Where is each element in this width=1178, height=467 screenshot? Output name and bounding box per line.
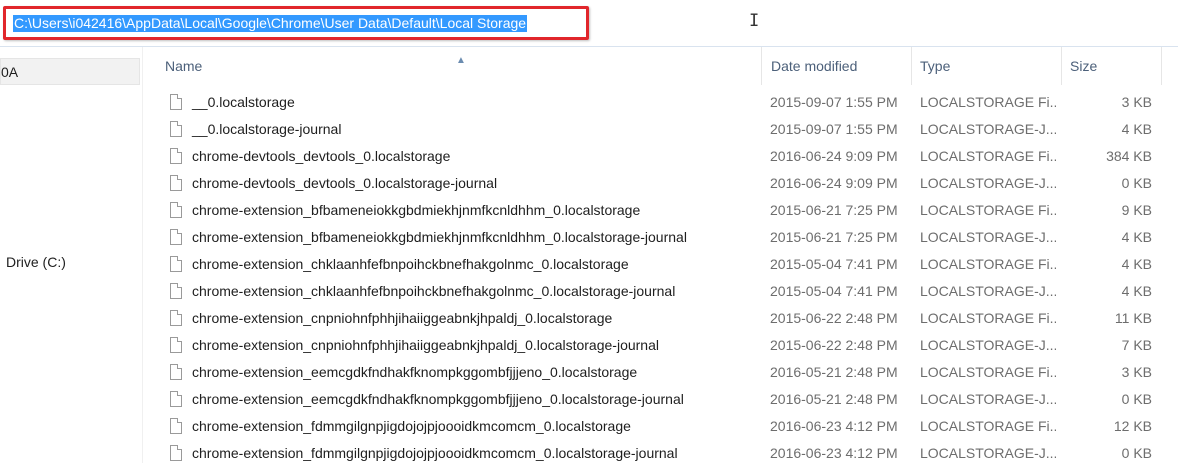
file-type: LOCALSTORAGE Fi... (920, 364, 1056, 380)
file-size: 0 KB (1121, 175, 1152, 191)
file-date-modified: 2015-05-04 7:41 PM (770, 256, 898, 272)
file-name: chrome-extension_eemcgdkfndhakfknompkggo… (192, 391, 684, 407)
file-type: LOCALSTORAGE Fi... (920, 310, 1056, 326)
file-name: chrome-extension_fdmmgilgnpjigdojojpjooo… (192, 418, 631, 434)
file-row[interactable]: chrome-extension_bfbameneiokkgbdmiekhjnm… (142, 197, 1178, 224)
file-rows: __0.localstorage 2015-09-07 1:55 PM LOCA… (142, 89, 1178, 467)
file-date-modified: 2015-09-07 1:55 PM (770, 94, 898, 110)
file-date-modified: 2015-06-22 2:48 PM (770, 337, 898, 353)
file-name: chrome-extension_chklaanhfefbnpoihckbnef… (192, 256, 629, 272)
file-date-modified: 2016-05-21 2:48 PM (770, 391, 898, 407)
file-date-modified: 2016-06-24 9:09 PM (770, 175, 898, 191)
file-name: chrome-devtools_devtools_0.localstorage (192, 148, 451, 164)
file-name: chrome-extension_chklaanhfefbnpoihckbnef… (192, 283, 676, 299)
address-path-text: C:\Users\i042416\AppData\Local\Google\Ch… (13, 15, 528, 32)
file-row[interactable]: __0.localstorage 2015-09-07 1:55 PM LOCA… (142, 89, 1178, 116)
address-bar: C:\Users\i042416\AppData\Local\Google\Ch… (0, 0, 1178, 47)
file-type: LOCALSTORAGE-J... (920, 337, 1056, 353)
file-icon (170, 256, 182, 272)
file-date-modified: 2016-05-21 2:48 PM (770, 364, 898, 380)
file-size: 3 KB (1121, 364, 1152, 380)
file-row[interactable]: chrome-extension_chklaanhfefbnpoihckbnef… (142, 251, 1178, 278)
column-header-size-label: Size (1070, 58, 1098, 74)
file-size: 3 KB (1121, 94, 1152, 110)
file-size: 384 KB (1106, 148, 1152, 164)
file-size: 4 KB (1121, 121, 1152, 137)
file-date-modified: 2016-06-23 4:12 PM (770, 418, 898, 434)
file-date-modified: 2015-06-21 7:25 PM (770, 202, 898, 218)
file-type: LOCALSTORAGE-J... (920, 391, 1056, 407)
nav-item-label: 0A (1, 64, 19, 80)
file-date-modified: 2015-06-22 2:48 PM (770, 310, 898, 326)
file-date-modified: 2015-05-04 7:41 PM (770, 283, 898, 299)
file-icon (170, 310, 182, 326)
file-type: LOCALSTORAGE-J... (920, 229, 1056, 245)
file-size: 4 KB (1121, 229, 1152, 245)
file-type: LOCALSTORAGE-J... (920, 283, 1056, 299)
file-icon (170, 391, 182, 407)
file-size: 12 KB (1113, 418, 1152, 434)
file-type: LOCALSTORAGE Fi... (920, 418, 1056, 434)
file-icon (170, 418, 182, 434)
file-icon (170, 229, 182, 245)
file-type: LOCALSTORAGE Fi... (920, 202, 1056, 218)
file-list: Name ▲ Date modified Type Size __0.local… (142, 47, 1178, 463)
file-size: 0 KB (1121, 391, 1152, 407)
column-header-type[interactable]: Type (912, 47, 1062, 85)
file-date-modified: 2015-06-21 7:25 PM (770, 229, 898, 245)
file-name: chrome-extension_bfbameneiokkgbdmiekhjnm… (192, 229, 687, 245)
file-row[interactable]: chrome-extension_cnpniohnfphhjihaiiggeab… (142, 305, 1178, 332)
file-type: LOCALSTORAGE Fi... (920, 256, 1056, 272)
file-size: 9 KB (1121, 202, 1152, 218)
file-type: LOCALSTORAGE-J... (920, 175, 1056, 191)
file-row[interactable]: chrome-extension_bfbameneiokkgbdmiekhjnm… (142, 224, 1178, 251)
file-name: __0.localstorage (192, 94, 295, 110)
file-row[interactable]: chrome-extension_fdmmgilgnpjigdojojpjooo… (142, 413, 1178, 440)
file-type: LOCALSTORAGE-J... (920, 121, 1056, 137)
file-name: chrome-extension_cnpniohnfphhjihaiiggeab… (192, 337, 659, 353)
file-size: 4 KB (1121, 256, 1152, 272)
file-icon (170, 283, 182, 299)
column-header-date[interactable]: Date modified (762, 47, 912, 85)
file-name: chrome-extension_eemcgdkfndhakfknompkggo… (192, 364, 638, 380)
file-icon (170, 175, 182, 191)
file-icon (170, 94, 182, 110)
file-icon (170, 364, 182, 380)
text-cursor-icon: I (749, 11, 760, 31)
column-header-size[interactable]: Size (1062, 47, 1162, 85)
navigation-pane: 0A Drive (C:) (0, 47, 143, 463)
file-size: 7 KB (1121, 337, 1152, 353)
nav-item-label: Drive (C:) (6, 254, 66, 270)
file-icon (170, 445, 182, 461)
file-row[interactable]: chrome-extension_chklaanhfefbnpoihckbnef… (142, 278, 1178, 305)
column-header-name-label: Name (165, 58, 203, 74)
file-size: 11 KB (1114, 310, 1152, 326)
file-name: chrome-extension_bfbameneiokkgbdmiekhjnm… (192, 202, 641, 218)
file-row[interactable]: __0.localstorage-journal 2015-09-07 1:55… (142, 116, 1178, 143)
nav-item-drive-c[interactable]: Drive (C:) (6, 252, 66, 272)
file-type: LOCALSTORAGE Fi... (920, 94, 1056, 110)
file-icon (170, 337, 182, 353)
file-date-modified: 2016-06-24 9:09 PM (770, 148, 898, 164)
file-name: __0.localstorage-journal (192, 121, 342, 137)
file-row[interactable]: chrome-extension_eemcgdkfndhakfknompkggo… (142, 359, 1178, 386)
nav-item-selected-folder[interactable]: 0A (0, 58, 140, 85)
file-size: 4 KB (1121, 283, 1152, 299)
file-name: chrome-devtools_devtools_0.localstorage-… (192, 175, 498, 191)
file-icon (170, 202, 182, 218)
file-icon (170, 121, 182, 137)
sort-ascending-icon: ▲ (456, 55, 466, 66)
file-icon (170, 148, 182, 164)
file-row[interactable]: chrome-extension_cnpniohnfphhjihaiiggeab… (142, 332, 1178, 359)
column-header-date-label: Date modified (771, 58, 858, 74)
address-input[interactable]: C:\Users\i042416\AppData\Local\Google\Ch… (0, 0, 1178, 46)
file-date-modified: 2015-09-07 1:55 PM (770, 121, 898, 137)
file-name: chrome-extension_cnpniohnfphhjihaiiggeab… (192, 310, 613, 326)
file-row[interactable]: chrome-devtools_devtools_0.localstorage-… (142, 170, 1178, 197)
file-type: LOCALSTORAGE Fi... (920, 148, 1056, 164)
file-row[interactable]: chrome-devtools_devtools_0.localstorage … (142, 143, 1178, 170)
column-header-type-label: Type (920, 58, 951, 74)
column-header-name[interactable]: Name ▲ (142, 47, 762, 85)
file-row[interactable]: chrome-extension_eemcgdkfndhakfknompkggo… (142, 386, 1178, 413)
